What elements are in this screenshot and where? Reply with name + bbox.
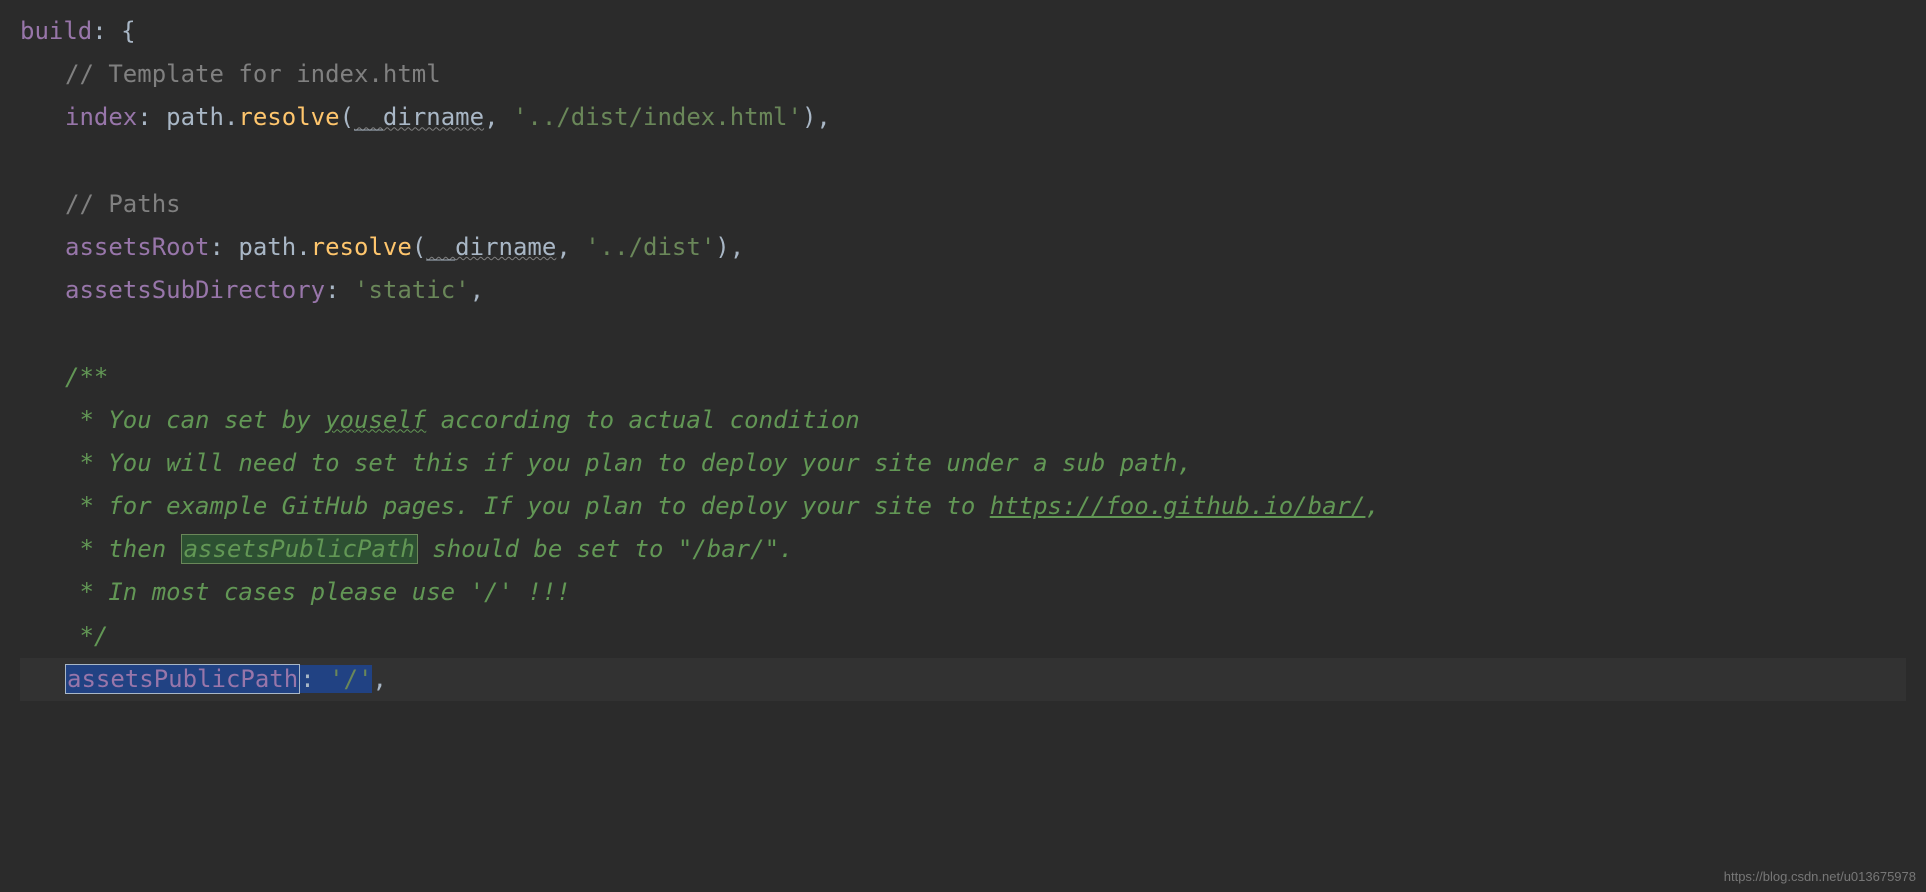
comma: , <box>470 276 484 304</box>
block-comment: /** <box>65 363 108 391</box>
code-line: index: path.resolve(__dirname, '../dist/… <box>20 96 1906 139</box>
code-editor[interactable]: build: { // Template for index.html inde… <box>20 10 1906 701</box>
object-name: path <box>238 233 296 261</box>
punctuation: : <box>325 276 354 304</box>
dot: . <box>224 103 238 131</box>
block-comment: according to actual condition <box>426 406 859 434</box>
spell-warning: youself <box>325 406 426 434</box>
function-name: resolve <box>238 103 339 131</box>
punctuation: : <box>210 233 239 261</box>
watermark: https://blog.csdn.net/u013675978 <box>1724 865 1916 888</box>
dot: . <box>296 233 310 261</box>
blank-line <box>20 312 1906 355</box>
code-line: */ <box>20 615 1906 658</box>
paren-close: ), <box>715 233 744 261</box>
block-comment: , <box>1365 492 1379 520</box>
line-comment: // Template for index.html <box>65 60 441 88</box>
block-comment: * You can set by <box>65 406 325 434</box>
comma: , <box>556 233 585 261</box>
blank-line <box>20 140 1906 183</box>
code-line: // Template for index.html <box>20 53 1906 96</box>
code-line: // Paths <box>20 183 1906 226</box>
string-literal: '../dist/index.html' <box>513 103 802 131</box>
punctuation: : <box>300 665 329 693</box>
punctuation: : { <box>92 17 135 45</box>
property-name: assetsRoot <box>65 233 210 261</box>
code-line: assetsSubDirectory: 'static', <box>20 269 1906 312</box>
paren-open: ( <box>340 103 354 131</box>
code-line: build: { <box>20 10 1906 53</box>
url-link[interactable]: https://foo.github.io/bar/ <box>990 492 1366 520</box>
highlighted-term: assetsPublicPath <box>181 534 418 564</box>
param-dirname: __dirname <box>426 233 556 261</box>
string-literal: '../dist' <box>585 233 715 261</box>
block-comment: * then <box>65 535 181 563</box>
block-comment: */ <box>65 622 108 650</box>
code-line: * In most cases please use '/' !!! <box>20 571 1906 614</box>
property-selected: assetsPublicPath <box>65 664 300 694</box>
line-comment: // Paths <box>65 190 181 218</box>
code-line: /** <box>20 356 1906 399</box>
code-line: * You will need to set this if you plan … <box>20 442 1906 485</box>
block-comment: should be set to "/bar/". <box>418 535 794 563</box>
string-literal: 'static' <box>354 276 470 304</box>
code-line: * You can set by youself according to ac… <box>20 399 1906 442</box>
function-name: resolve <box>311 233 412 261</box>
comma: , <box>484 103 513 131</box>
code-line: assetsRoot: path.resolve(__dirname, '../… <box>20 226 1906 269</box>
code-line: * for example GitHub pages. If you plan … <box>20 485 1906 528</box>
block-comment: * for example GitHub pages. If you plan … <box>65 492 990 520</box>
block-comment: * In most cases please use '/' !!! <box>65 578 571 606</box>
param-dirname: __dirname <box>354 103 484 131</box>
object-name: path <box>166 103 224 131</box>
string-literal: '/' <box>329 665 372 693</box>
paren-open: ( <box>412 233 426 261</box>
block-comment: * You will need to set this if you plan … <box>65 449 1192 477</box>
punctuation: : <box>137 103 166 131</box>
code-line: * then assetsPublicPath should be set to… <box>20 528 1906 571</box>
comma: , <box>372 665 386 693</box>
property-name: build <box>20 17 92 45</box>
property-name: index <box>65 103 137 131</box>
code-line-selected: assetsPublicPath: '/', <box>20 658 1906 701</box>
paren-close: ), <box>802 103 831 131</box>
property-name: assetsSubDirectory <box>65 276 325 304</box>
